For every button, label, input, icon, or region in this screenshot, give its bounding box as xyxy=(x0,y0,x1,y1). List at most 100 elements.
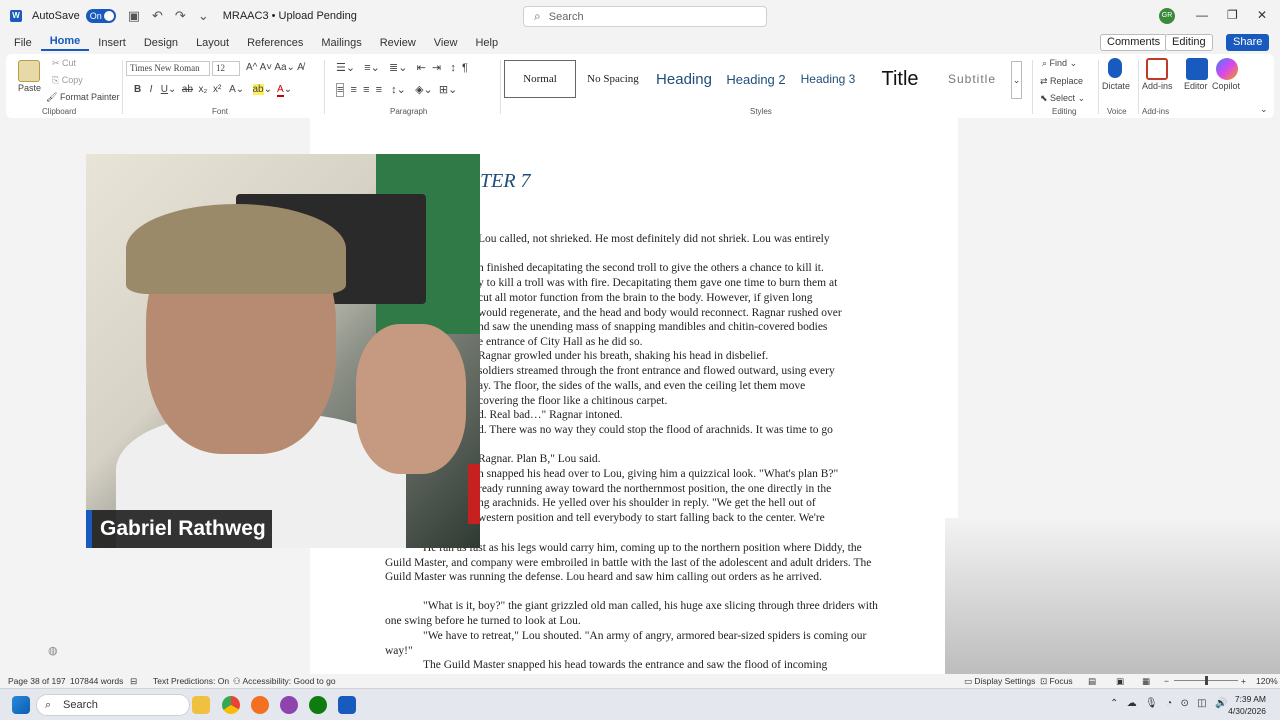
webcam-person-hand xyxy=(356,324,466,474)
undo-icon[interactable]: ↶ xyxy=(152,8,163,24)
zoom-in-icon[interactable]: + xyxy=(1241,676,1246,686)
word-app-icon: W xyxy=(10,10,22,22)
style-heading[interactable]: Heading xyxy=(648,60,720,98)
zoom-out-icon[interactable]: − xyxy=(1164,676,1169,686)
accessibility-icon: ⚇ xyxy=(233,676,243,686)
copy-button[interactable]: ⎘ Copy xyxy=(52,75,83,86)
system-clock[interactable]: 7:39 AM 4/30/2026 xyxy=(1228,693,1266,717)
customize-toolbar-icon[interactable]: ⌄ xyxy=(198,8,209,24)
webcam-overlay: Gabriel Rathweg xyxy=(86,154,480,548)
style-title[interactable]: Title xyxy=(864,60,936,98)
web-layout-icon[interactable]: ▦ xyxy=(1142,676,1150,687)
paste-button[interactable]: Paste xyxy=(18,83,41,93)
doc-line: n snapped his head over to Lou, giving h… xyxy=(478,468,839,480)
font-size-dropdown[interactable]: 12 xyxy=(212,61,240,76)
accessibility-status[interactable]: ⚇ Accessibility: Good to go xyxy=(233,676,336,687)
paste-icon[interactable] xyxy=(18,60,40,82)
text-predictions-status[interactable]: Text Predictions: On xyxy=(153,676,229,686)
editing-group-label: Editing xyxy=(1052,107,1077,116)
doc-line: soldiers streamed through the front entr… xyxy=(478,365,835,377)
replace-icon: ⇄ xyxy=(1040,76,1051,86)
save-icon[interactable]: ▣ xyxy=(128,8,140,24)
close-icon[interactable]: ✕ xyxy=(1257,8,1267,22)
style-subtitle[interactable]: Subtitle xyxy=(936,60,1008,98)
cut-button[interactable]: ✂ Cut xyxy=(52,58,76,69)
obs-icon[interactable] xyxy=(280,696,298,714)
editor-icon[interactable] xyxy=(1186,58,1208,80)
read-mode-icon[interactable]: ▤ xyxy=(1088,676,1096,687)
tab-design[interactable]: Design xyxy=(135,37,187,49)
share-button[interactable]: Share xyxy=(1226,34,1270,51)
doc-line: e entrance of City Hall as he did so. xyxy=(478,336,643,348)
accessibility-helper-icon[interactable]: ◍ xyxy=(48,644,58,657)
format-painter-button[interactable]: 🖌 Format Painter xyxy=(46,92,119,103)
file-explorer-icon[interactable] xyxy=(192,696,210,714)
doc-line: ready running away toward the northernmo… xyxy=(478,483,832,495)
tab-help[interactable]: Help xyxy=(466,37,507,49)
windows-start-icon[interactable] xyxy=(12,696,30,714)
tab-home[interactable]: Home xyxy=(40,35,90,51)
cut-icon: ✂ xyxy=(52,58,63,68)
taskbar-search[interactable]: ⌕ Search xyxy=(36,694,190,716)
alignment-icons[interactable]: ≡ ≡ ≡ ≡ ↕⌄ ◈⌄ ⊞⌄ xyxy=(336,83,457,97)
tab-references[interactable]: References xyxy=(238,37,312,49)
clock-time: 7:39 AM xyxy=(1234,694,1266,704)
copilot-icon[interactable] xyxy=(1216,58,1238,80)
search-input[interactable]: ⌕ Search xyxy=(523,6,767,27)
style-heading-3[interactable]: Heading 3 xyxy=(792,60,864,98)
addins-icon[interactable] xyxy=(1146,58,1168,80)
dictate-button[interactable]: Dictate xyxy=(1102,81,1130,91)
font-name-dropdown[interactable]: Times New Roman xyxy=(126,61,210,76)
taskbar-search-label: Search xyxy=(63,699,98,711)
tab-view[interactable]: View xyxy=(425,37,467,49)
minimize-icon[interactable]: — xyxy=(1196,8,1208,22)
select-button[interactable]: ⬉ Select ⌄ xyxy=(1040,93,1085,104)
tab-review[interactable]: Review xyxy=(371,37,425,49)
word-taskbar-icon[interactable] xyxy=(338,696,356,714)
tab-insert[interactable]: Insert xyxy=(89,37,135,49)
xbox-icon[interactable] xyxy=(309,696,327,714)
zoom-slider-thumb[interactable] xyxy=(1205,676,1208,685)
background-shade xyxy=(945,518,1280,674)
chrome-icon[interactable] xyxy=(222,696,240,714)
word-count[interactable]: 107844 words xyxy=(70,676,123,686)
zoom-level[interactable]: 120% xyxy=(1256,676,1278,686)
style-heading-2[interactable]: Heading 2 xyxy=(720,60,792,98)
addins-group-label: Add-ins xyxy=(1142,107,1170,116)
page-count[interactable]: Page 38 of 197 xyxy=(8,676,66,686)
editing-mode-button[interactable]: Editing xyxy=(1165,34,1213,51)
font-group-label: Font xyxy=(212,107,229,116)
style-normal[interactable]: Normal xyxy=(504,60,576,98)
system-tray-icons[interactable]: ⌃ ☁ 🎙 ◔ ⊙ ◫ 🔊 xyxy=(1110,698,1227,709)
addins-button[interactable]: Add-ins xyxy=(1142,81,1173,91)
tab-layout[interactable]: Layout xyxy=(187,37,238,49)
font-format-icons[interactable]: B I U⌄ ab x₂ x² A⌄ ab⌄ A⌄ xyxy=(134,84,292,97)
redo-icon[interactable]: ↷ xyxy=(175,8,186,24)
print-layout-icon[interactable]: ▣ xyxy=(1116,676,1124,687)
document-title[interactable]: MRAAC3 • Upload Pending xyxy=(223,10,357,22)
microphone-icon[interactable] xyxy=(1108,58,1122,78)
autosave-toggle[interactable]: On xyxy=(85,9,116,23)
style-no-spacing[interactable]: No Spacing xyxy=(578,60,648,98)
restore-icon[interactable]: ❐ xyxy=(1227,8,1238,22)
tab-mailings[interactable]: Mailings xyxy=(312,37,370,49)
collapse-ribbon-icon[interactable]: ⌄ xyxy=(1260,104,1268,115)
account-avatar[interactable]: GR xyxy=(1159,8,1175,24)
find-button[interactable]: ⌕ Find ⌄ xyxy=(1042,58,1077,69)
presenter-name-tag: Gabriel Rathweg xyxy=(86,510,272,548)
display-settings-button[interactable]: ▭ Display Settings xyxy=(964,676,1035,687)
list-icons[interactable]: ☰⌄ ≡⌄ ≣⌄ ⇤ ⇥ ↕ ¶ xyxy=(336,61,468,74)
copy-icon: ⎘ xyxy=(52,75,62,85)
tab-file[interactable]: File xyxy=(5,37,41,49)
editor-button[interactable]: Editor xyxy=(1184,81,1208,91)
proofing-icon[interactable]: ⊟ xyxy=(130,676,137,687)
comments-button[interactable]: Comments xyxy=(1100,34,1168,51)
styles-more-icon[interactable]: ⌄ xyxy=(1011,61,1022,99)
focus-button[interactable]: ⊡ Focus xyxy=(1040,676,1073,687)
doc-line: d. There was no way they could stop the … xyxy=(478,424,833,436)
copilot-button[interactable]: Copilot xyxy=(1212,81,1240,91)
grow-font-icon[interactable]: A^ A˅ Aa⌄ A̸ xyxy=(246,62,304,73)
firefox-icon[interactable] xyxy=(251,696,269,714)
doc-line: ng arachnids. He yelled over his shoulde… xyxy=(478,497,816,509)
replace-button[interactable]: ⇄ Replace xyxy=(1040,76,1083,87)
